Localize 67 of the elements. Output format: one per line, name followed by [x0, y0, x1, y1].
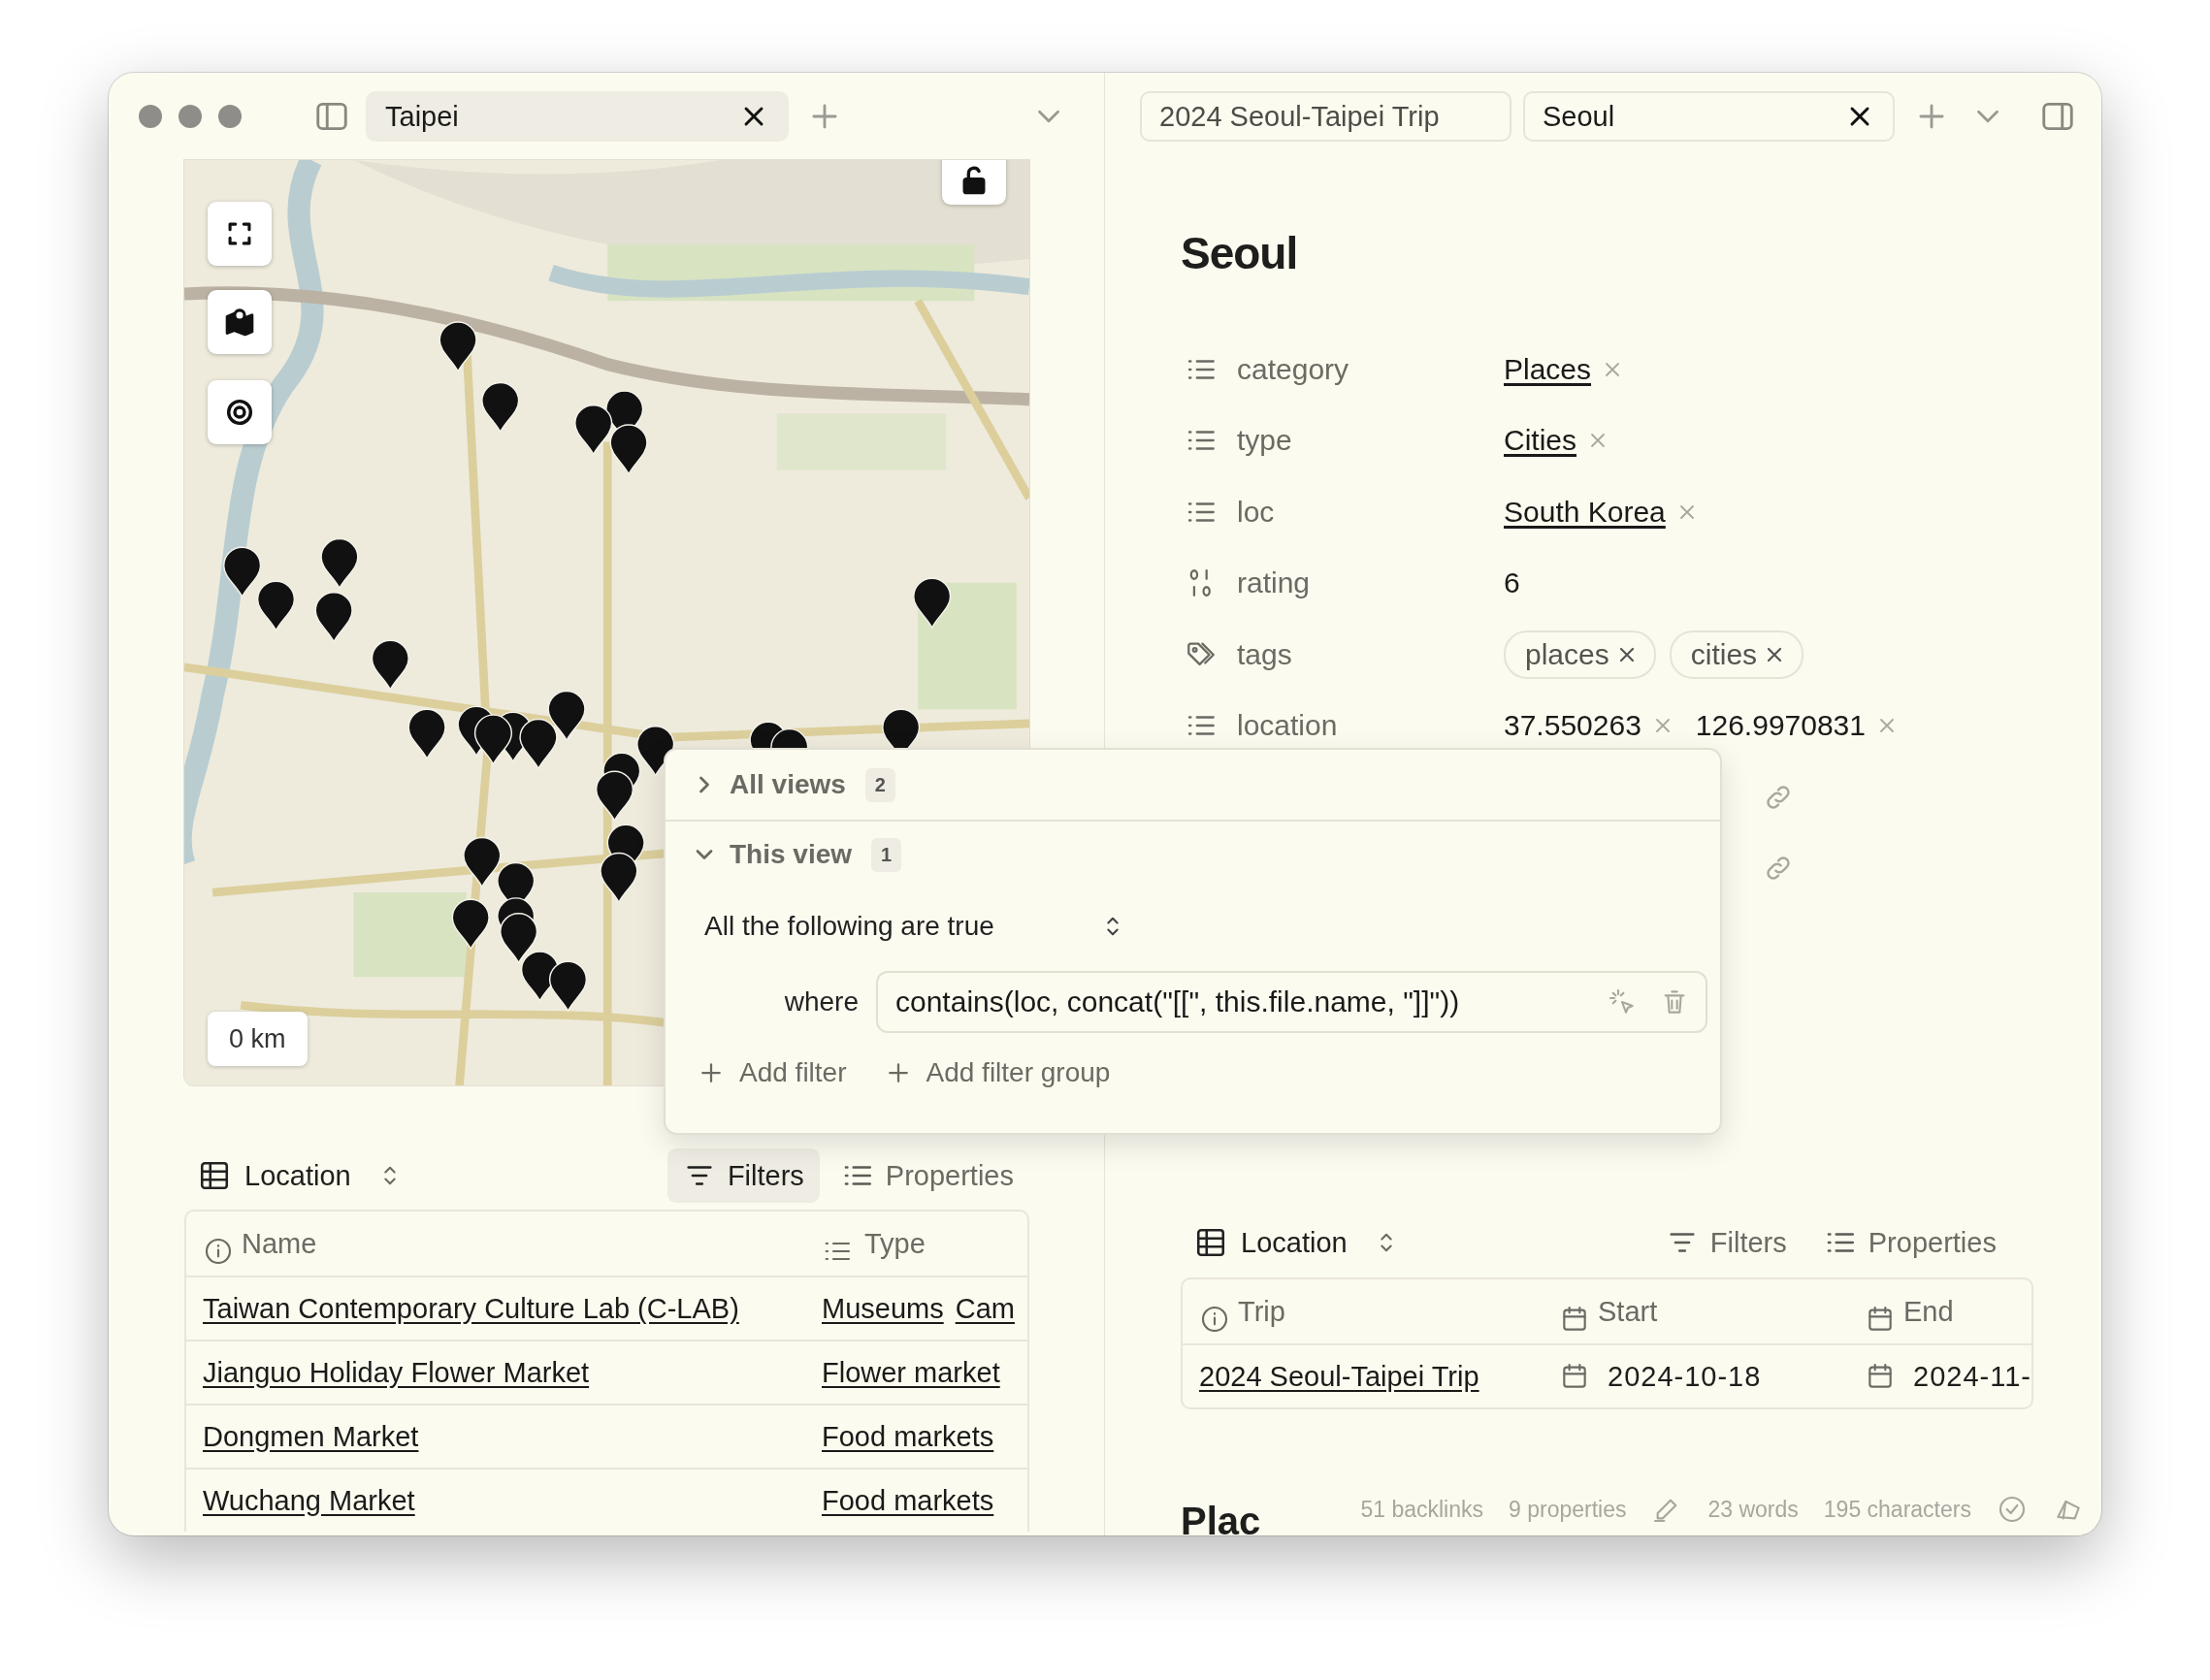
property-name[interactable]: category	[1237, 352, 1349, 386]
add-button[interactable]: Add filter group	[879, 1049, 1115, 1097]
tag-chip[interactable]: cities	[1669, 630, 1804, 679]
property-link[interactable]: Places	[1504, 352, 1592, 386]
property-value[interactable]: 37.550263	[1504, 709, 1641, 743]
window-control[interactable]	[218, 105, 242, 128]
column-header[interactable]: Name	[242, 1227, 317, 1260]
property-name[interactable]: loc	[1237, 495, 1275, 529]
filter-prefix: where	[783, 986, 859, 1018]
property-value[interactable]: 126.9970831	[1695, 709, 1866, 743]
type-link[interactable]: Food markets	[822, 1420, 994, 1453]
property-name[interactable]: tags	[1237, 637, 1292, 671]
view-selector[interactable]: Location	[198, 1159, 404, 1192]
tab[interactable]: Seoul	[1523, 91, 1895, 142]
tab[interactable]: Taipei	[366, 91, 789, 142]
column-header[interactable]: End	[1903, 1295, 1954, 1328]
column-header[interactable]: Start	[1598, 1295, 1658, 1328]
note-link[interactable]: Wuchang Market	[203, 1484, 415, 1517]
view-selector[interactable]: Location	[1194, 1226, 1400, 1259]
window-control[interactable]	[139, 105, 162, 128]
property-name[interactable]: location	[1237, 709, 1338, 743]
status-text: 195 characters	[1823, 1496, 1971, 1523]
table-icon	[198, 1159, 231, 1192]
status-text: 51 backlinks	[1360, 1496, 1483, 1523]
properties-button[interactable]: Properties	[825, 1148, 1029, 1203]
note-link[interactable]: Taiwan Contemporary Culture Lab (C-LAB)	[203, 1292, 739, 1325]
group-header[interactable]: This view 1	[666, 822, 1720, 888]
property-name[interactable]: rating	[1237, 566, 1311, 600]
type-link[interactable]: Cam	[955, 1292, 1015, 1325]
column-header[interactable]: Trip	[1238, 1295, 1285, 1328]
info-icon	[1199, 1304, 1230, 1335]
type-link[interactable]: Flower market	[822, 1356, 1000, 1389]
table-icon	[1194, 1226, 1227, 1259]
add-button[interactable]: Add filter	[693, 1049, 851, 1097]
filters-button[interactable]: Filters	[666, 1148, 820, 1203]
type-link[interactable]: Food markets	[822, 1484, 994, 1517]
property-link[interactable]: South Korea	[1504, 495, 1666, 529]
group-header[interactable]: All views 2	[666, 750, 1720, 822]
status-text: 23 words	[1707, 1496, 1799, 1523]
note-link[interactable]: 2024 Seoul-Taipei Trip	[1199, 1360, 1479, 1393]
note-title: Seoul	[1181, 227, 1299, 280]
note-link[interactable]: Dongmen Market	[203, 1420, 419, 1453]
map-control-button[interactable]	[208, 380, 272, 444]
property-value[interactable]: 6	[1504, 566, 1520, 600]
filters-button[interactable]: Filters	[1649, 1215, 1803, 1270]
tab[interactable]: 2024 Seoul-Taipei Trip	[1140, 91, 1511, 142]
filter-expression-field[interactable]: contains(loc, concat("[[", this.file.name, "]]"))	[876, 971, 1707, 1033]
count-badge: 2	[864, 767, 895, 802]
window-control[interactable]	[179, 105, 202, 128]
property-name[interactable]: type	[1237, 424, 1292, 458]
section-heading: Plac	[1181, 1499, 1261, 1535]
note-link[interactable]: Jianguo Holiday Flower Market	[203, 1356, 590, 1389]
date-value[interactable]: 2024-10-18	[1608, 1360, 1762, 1393]
map-control-button[interactable]	[208, 202, 272, 266]
type-link[interactable]: Museums	[822, 1292, 944, 1325]
properties-button[interactable]: Properties	[1807, 1215, 2012, 1270]
map-control-button[interactable]	[208, 290, 272, 354]
status-text: 9 properties	[1509, 1496, 1627, 1523]
date-value[interactable]: 2024-11-	[1913, 1360, 2031, 1393]
map-icon	[223, 306, 256, 339]
property-link[interactable]: Cities	[1504, 424, 1576, 458]
info-icon	[203, 1236, 234, 1267]
count-badge: 1	[871, 837, 902, 872]
tag-chip[interactable]: places	[1504, 630, 1656, 679]
map-scale: 0 km	[208, 1012, 308, 1066]
conjunction-selector[interactable]: All the following are true	[695, 895, 1136, 957]
column-header[interactable]: Type	[864, 1227, 926, 1260]
